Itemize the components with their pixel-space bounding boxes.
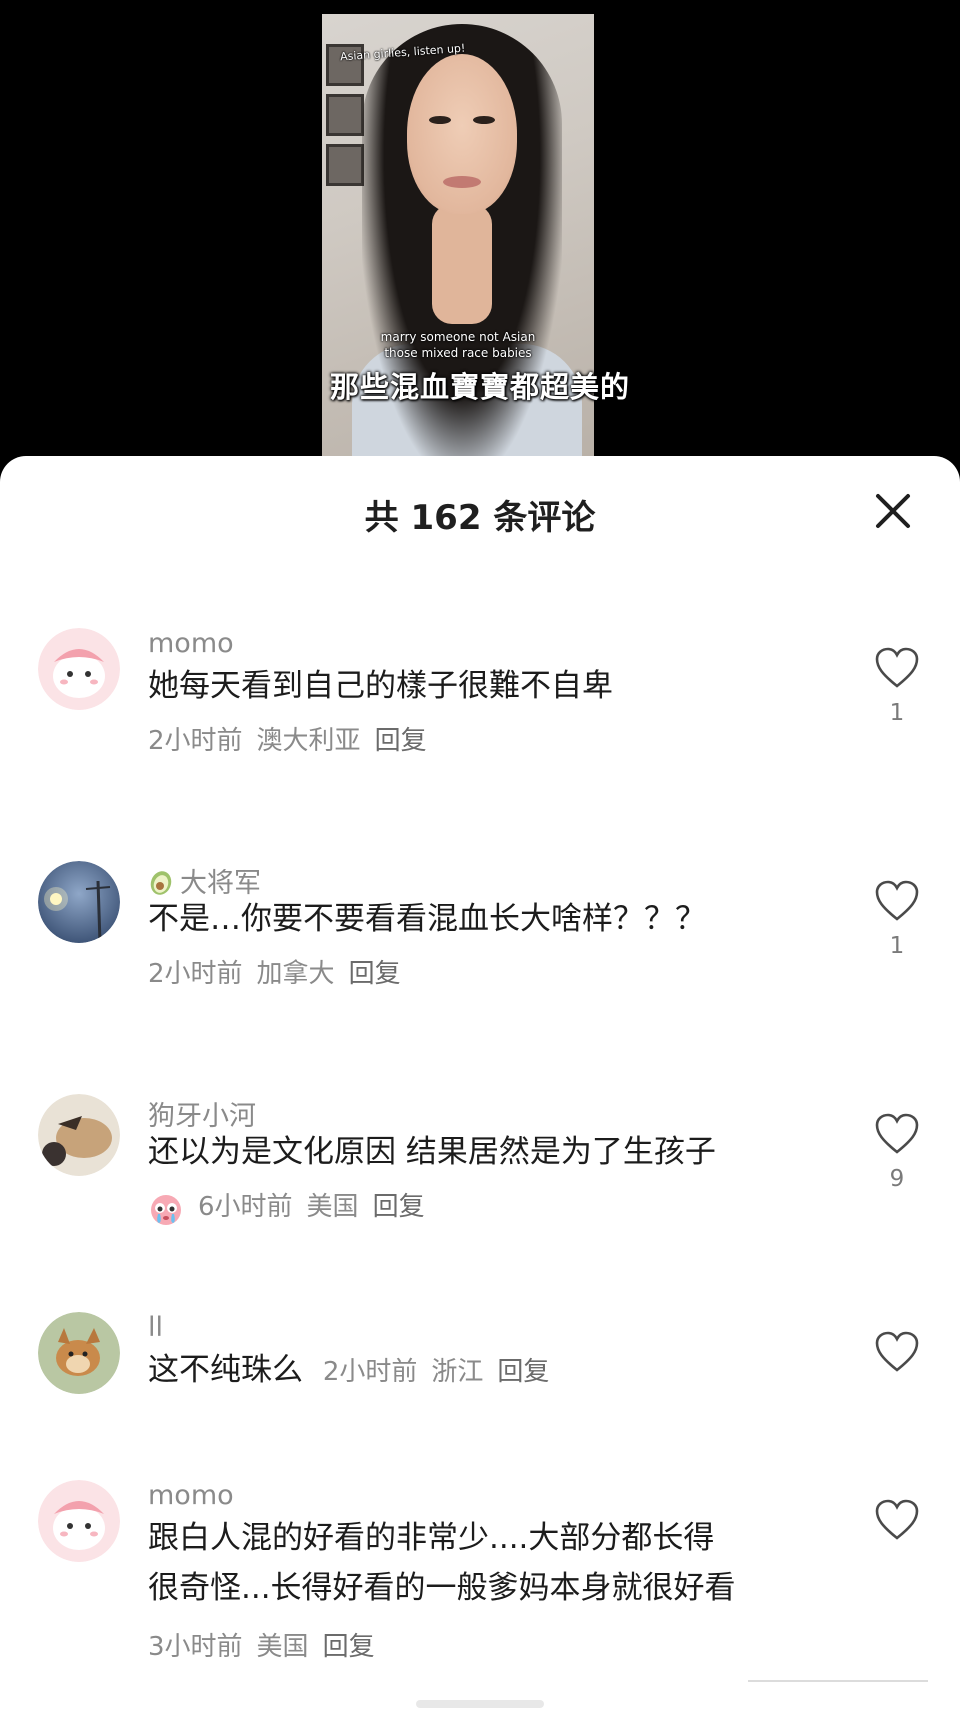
like-button[interactable]: 1 [872, 646, 922, 726]
crying-face-emoji [151, 1194, 181, 1225]
comment-location: 浙江 [431, 1357, 484, 1387]
comment-meta: 2小时前 浙江 回复 [323, 1357, 564, 1387]
comment-meta: 3小时前 美国 回复 [148, 1626, 389, 1663]
like-count: 9 [889, 1166, 905, 1192]
avatar[interactable] [38, 861, 120, 943]
comment-location: 加拿大 [256, 959, 335, 989]
comment-location: 澳大利亚 [256, 726, 361, 756]
comment-username[interactable]: momo [148, 628, 234, 659]
comment-text-line2: 很奇怪...长得好看的一般爹妈本身就很好看 [148, 1570, 736, 1606]
avatar[interactable] [38, 628, 120, 710]
avatar[interactable] [38, 1480, 120, 1562]
heart-icon [875, 1331, 919, 1372]
wall-pictures [322, 44, 364, 224]
reply-button[interactable]: 回复 [323, 1632, 375, 1662]
comment-text: 还以为是文化原因 结果居然是为了生孩子 [148, 1134, 716, 1170]
close-icon [876, 494, 910, 528]
heart-icon [875, 880, 919, 921]
like-count: 1 [889, 933, 905, 959]
video-subtitle-zh: 那些混血寶寶都超美的 [329, 370, 630, 404]
comment-text: 这不纯珠么 [148, 1352, 303, 1388]
video-caption-en-line2: those mixed race babies [384, 346, 532, 360]
like-button[interactable] [872, 1330, 922, 1384]
like-count: 1 [889, 700, 905, 726]
like-button[interactable] [872, 1498, 922, 1552]
comment-meta: 2小时前 加拿大 回复 [148, 953, 415, 990]
comment-time: 2小时前 [148, 959, 243, 989]
heart-icon [875, 1499, 919, 1540]
reply-button[interactable]: 回复 [373, 1192, 425, 1222]
reply-button[interactable]: 回复 [349, 959, 401, 989]
person-neck [432, 204, 492, 324]
comment-time: 6小时前 [198, 1192, 293, 1222]
comment-text-line1: 跟白人混的好看的非常少....大部分都长得 [148, 1520, 715, 1556]
comment-location: 美国 [306, 1192, 359, 1222]
comment-text: 不是…你要不要看看混血长大啥样？？？ [148, 901, 706, 937]
comment-username[interactable]: ll [148, 1312, 163, 1343]
heart-icon [875, 647, 919, 688]
video-player[interactable]: Asian girlies, listen up! marry someone … [0, 0, 960, 470]
comment-meta: 6小时前 美国 回复 [148, 1186, 439, 1226]
avatar[interactable] [38, 1094, 120, 1176]
comment-content: 这不纯珠么 2小时前 浙江 回复 [148, 1344, 563, 1398]
comment-time: 3小时前 [148, 1632, 243, 1662]
reply-button[interactable]: 回复 [375, 726, 427, 756]
video-caption-en-line1: marry someone not Asian [380, 330, 536, 344]
comment-location: 美国 [256, 1632, 309, 1662]
close-button[interactable] [868, 486, 918, 536]
comment-time: 2小时前 [322, 1357, 418, 1387]
like-button[interactable]: 1 [872, 879, 922, 959]
home-indicator[interactable] [416, 1700, 544, 1708]
avocado-icon [150, 871, 172, 895]
comments-sheet: 共 162 条评论 momo 她每天看到自己的樣子很難不自卑 2小时前 澳大利亚回… [0, 456, 960, 1718]
comment-meta: 2小时前 澳大利亚 回复 [148, 720, 441, 757]
avatar[interactable] [38, 1312, 120, 1394]
comments-count-title: 共 162 条评论 [364, 498, 596, 538]
comment-text: 她每天看到自己的樣子很難不自卑 [148, 668, 613, 704]
comment-time: 2小时前 [148, 726, 243, 756]
scroll-track [748, 1680, 928, 1696]
person-face [407, 54, 517, 214]
reply-button[interactable]: 回复 [497, 1357, 549, 1387]
comment-username[interactable]: momo [148, 1480, 234, 1511]
heart-icon [875, 1113, 919, 1154]
like-button[interactable]: 9 [872, 1112, 922, 1192]
